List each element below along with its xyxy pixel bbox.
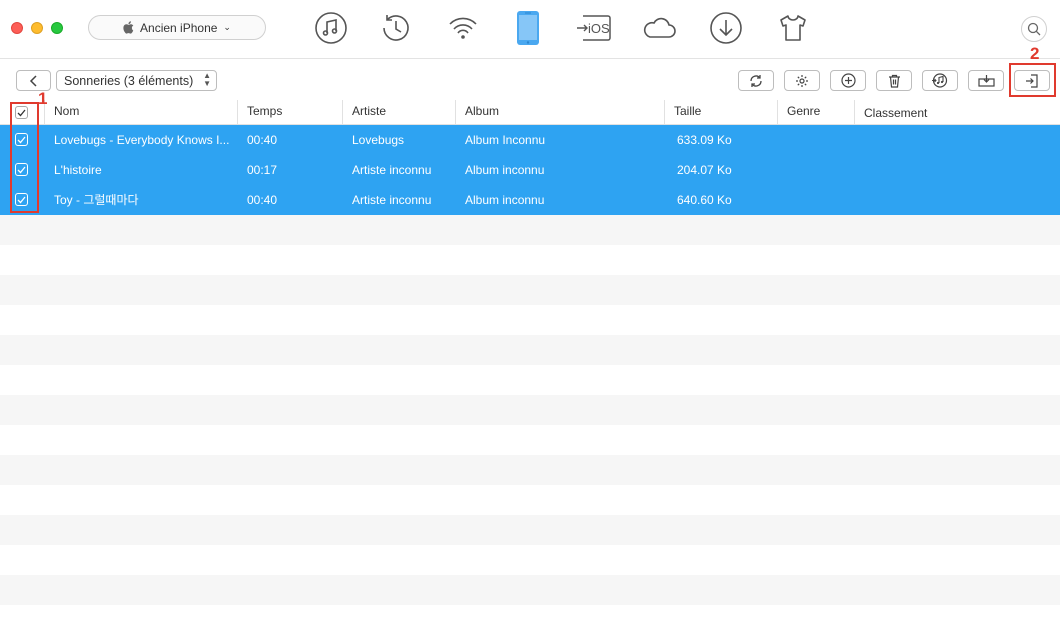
empty-row — [0, 335, 1060, 365]
table-header: Nom Temps Artiste Album Taille Genre Cla… — [0, 100, 1060, 125]
chevron-left-icon — [29, 74, 37, 87]
cell-name: Lovebugs - Everybody Knows I... — [54, 133, 230, 147]
delete-button[interactable] — [876, 70, 912, 91]
column-header-album[interactable]: Album — [455, 100, 665, 124]
search-icon — [1027, 22, 1041, 36]
column-header-genre[interactable]: Genre — [777, 100, 855, 124]
annotation-box-checkboxes — [10, 102, 39, 213]
category-selector[interactable]: Sonneries (3 éléments) ▲ ▼ — [56, 70, 217, 91]
column-header-rating[interactable]: Classement — [854, 100, 1060, 124]
to-itunes-button[interactable] — [922, 70, 958, 91]
to-ios-icon[interactable]: iOS — [576, 10, 612, 46]
title-bar: Ancien iPhone ⌄ iOS — [0, 0, 1060, 59]
empty-row — [0, 395, 1060, 425]
minimize-window-button[interactable] — [31, 22, 43, 34]
empty-row — [0, 515, 1060, 545]
empty-row — [0, 575, 1060, 605]
updown-icon: ▲ ▼ — [203, 71, 211, 88]
empty-row — [0, 605, 1060, 635]
empty-row — [0, 275, 1060, 305]
table-row[interactable]: L'histoire 00:17 Artiste inconnu Album i… — [0, 155, 1060, 185]
cell-album: Album Inconnu — [465, 133, 546, 147]
cell-album: Album inconnu — [465, 163, 545, 177]
empty-row — [0, 485, 1060, 515]
to-computer-icon — [977, 75, 995, 87]
apple-icon — [123, 21, 134, 34]
wifi-icon[interactable] — [445, 10, 481, 46]
history-icon[interactable] — [378, 10, 414, 46]
add-icon — [840, 73, 856, 88]
cell-name: Toy - 그럴때마다 — [54, 193, 139, 207]
cell-time: 00:40 — [247, 193, 278, 207]
annotation-number-1: 1 — [38, 89, 48, 108]
settings-icon — [796, 74, 808, 87]
music-icon[interactable] — [313, 10, 349, 46]
empty-row — [0, 245, 1060, 275]
tshirt-icon[interactable] — [775, 10, 811, 46]
column-header-artist[interactable]: Artiste — [342, 100, 456, 124]
cell-name: L'histoire — [54, 163, 102, 177]
table-row[interactable]: Lovebugs - Everybody Knows I... 00:40 Lo… — [0, 125, 1060, 155]
column-header-time[interactable]: Temps — [237, 100, 343, 124]
device-name: Ancien iPhone — [140, 20, 218, 35]
cell-size: 204.07 Ko — [677, 163, 732, 177]
cloud-icon[interactable] — [641, 10, 677, 46]
category-label: Sonneries (3 éléments) — [64, 73, 194, 88]
add-button[interactable] — [830, 70, 866, 91]
cell-time: 00:40 — [247, 133, 278, 147]
back-button[interactable] — [16, 70, 51, 91]
chevron-down-icon: ⌄ — [223, 22, 231, 32]
empty-row — [0, 305, 1060, 335]
annotation-number-2: 2 — [1030, 44, 1040, 63]
cell-artist: Artiste inconnu — [352, 193, 432, 207]
column-header-size[interactable]: Taille — [664, 100, 778, 124]
search-button[interactable] — [1021, 16, 1047, 42]
empty-row — [0, 545, 1060, 575]
ios-label: iOS — [588, 21, 610, 36]
zoom-window-button[interactable] — [51, 22, 63, 34]
empty-row — [0, 215, 1060, 245]
annotation-box-to-device — [1009, 63, 1056, 97]
column-header-name[interactable]: Nom — [44, 100, 238, 124]
to-computer-button[interactable] — [968, 70, 1004, 91]
table-row[interactable]: Toy - 그럴때마다 00:40 Artiste inconnu Album … — [0, 185, 1060, 215]
toolbar: Sonneries (3 éléments) ▲ ▼ — [0, 59, 1060, 101]
refresh-icon — [750, 74, 762, 87]
iphone-icon[interactable] — [510, 10, 546, 46]
refresh-button[interactable] — [738, 70, 774, 91]
empty-row — [0, 365, 1060, 395]
settings-button[interactable] — [784, 70, 820, 91]
cell-size: 633.09 Ko — [677, 133, 732, 147]
empty-row — [0, 455, 1060, 485]
close-window-button[interactable] — [11, 22, 23, 34]
to-itunes-icon — [932, 73, 948, 88]
cell-album: Album inconnu — [465, 193, 545, 207]
cell-time: 00:17 — [247, 163, 278, 177]
cell-artist: Lovebugs — [352, 133, 405, 147]
cell-size: 640.60 Ko — [677, 193, 732, 207]
device-selector[interactable]: Ancien iPhone ⌄ — [88, 15, 266, 40]
cell-artist: Artiste inconnu — [352, 163, 432, 177]
empty-row — [0, 425, 1060, 455]
delete-icon — [888, 74, 900, 88]
download-icon[interactable] — [708, 10, 744, 46]
